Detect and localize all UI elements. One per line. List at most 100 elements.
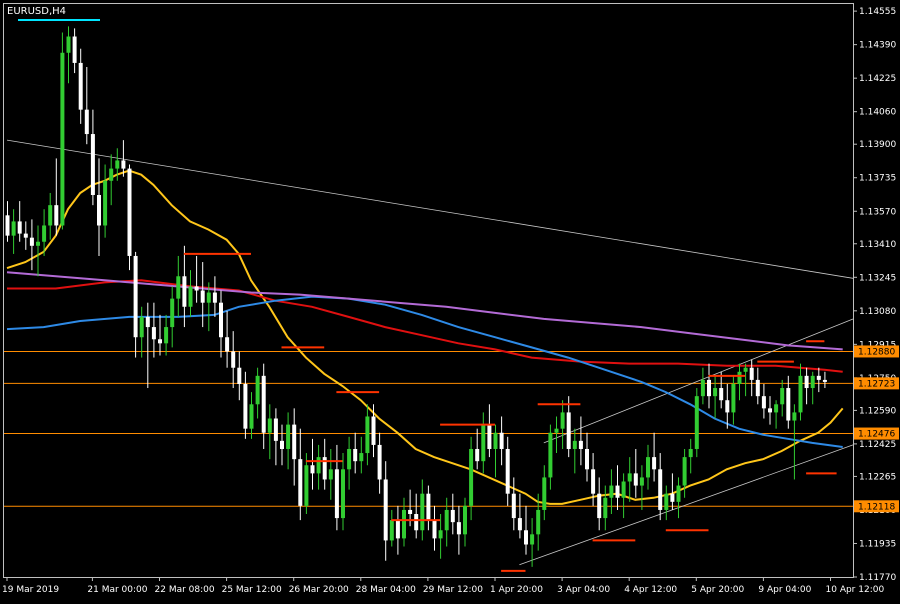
candle — [60, 32, 65, 230]
candle-body — [768, 408, 772, 413]
x-tick-label: 10 Apr 12:00 — [826, 585, 885, 595]
candle-body — [542, 477, 547, 510]
candle-body — [66, 36, 71, 53]
price-chart[interactable]: 1.14555 1.14390 1.14225 1.14060 1.13900 1.137… — [0, 0, 900, 600]
candle-body — [658, 469, 663, 510]
candle-body — [255, 375, 260, 405]
y-tick-label: 1.14060 — [859, 108, 896, 118]
candle-body — [560, 412, 565, 429]
candle-body — [524, 530, 528, 545]
candle-body — [151, 327, 156, 340]
candle-body — [304, 465, 309, 506]
candle-body — [639, 477, 644, 486]
candle-body — [389, 520, 394, 541]
x-tick-label: 25 Mar 12:00 — [222, 585, 282, 595]
price-box-label-1: 1.12723 — [858, 379, 895, 389]
candle-body — [566, 412, 571, 449]
candle-body — [188, 286, 193, 307]
candle — [694, 388, 699, 458]
symbol-title: EURUSD,H4 — [7, 6, 66, 17]
candle-body — [359, 453, 364, 462]
candle-body — [5, 215, 10, 236]
candle-body — [133, 255, 138, 338]
x-tick-label: 26 Mar 20:00 — [289, 585, 349, 595]
candle-body — [670, 493, 675, 502]
candle-body — [109, 168, 114, 181]
candle-body — [633, 473, 638, 486]
candle-body — [243, 383, 248, 429]
candle-body — [206, 292, 211, 303]
candle-body — [353, 448, 358, 462]
candle-body — [328, 469, 333, 480]
price-box-label-3: 1.12118 — [858, 502, 895, 512]
candle-body — [84, 109, 89, 135]
x-tick-label: 1 Apr 20:00 — [490, 585, 543, 595]
candle-body — [78, 62, 83, 110]
candle-body — [292, 424, 297, 460]
candle-body — [145, 316, 150, 328]
candle-body — [463, 505, 467, 535]
candle-body — [90, 134, 95, 195]
candle-body — [72, 36, 77, 63]
candle-body — [36, 241, 40, 246]
candle-body — [713, 388, 718, 397]
candle-body — [408, 509, 413, 515]
candle-body — [273, 418, 278, 441]
candle-body — [139, 316, 144, 338]
candle-body — [426, 493, 431, 521]
candle-body — [432, 520, 437, 539]
candle-body — [530, 534, 535, 545]
y-tick-label: 1.13245 — [859, 273, 896, 283]
x-tick-label: 4 Apr 12:00 — [624, 585, 677, 595]
candle-body — [456, 522, 461, 535]
candle-body — [517, 518, 522, 531]
candle-body — [115, 160, 120, 169]
candle-body — [499, 432, 504, 449]
candle-body — [231, 351, 236, 368]
candle-body — [395, 520, 400, 539]
candle-body — [688, 448, 693, 458]
candle-body — [420, 493, 425, 531]
candle-body — [377, 444, 382, 480]
y-tick-label: 1.14390 — [859, 41, 896, 51]
candle-body — [444, 509, 449, 531]
candle-body — [664, 493, 669, 510]
candle-body — [17, 221, 22, 234]
candle-body — [341, 469, 345, 519]
candle-body — [804, 375, 809, 389]
candle-body — [286, 424, 291, 449]
candle-body — [219, 302, 223, 338]
x-tick-label: 3 Apr 04:00 — [557, 585, 610, 595]
candle-body — [469, 448, 474, 506]
candle-body — [42, 225, 47, 242]
y-tick-label: 1.12425 — [859, 440, 896, 450]
candle-body — [200, 290, 205, 303]
candle-body — [158, 339, 162, 344]
x-tick-label: 22 Mar 08:00 — [155, 585, 215, 595]
y-tick-label: 1.12265 — [859, 472, 896, 482]
candle-body — [121, 160, 126, 169]
chart-area[interactable]: 1.14555 1.14390 1.14225 1.14060 1.13900 1.137… — [0, 0, 900, 600]
candle-body — [29, 237, 34, 246]
candle-body — [816, 375, 821, 380]
candle-body — [212, 292, 217, 303]
candle-body — [731, 383, 736, 413]
candle-body — [475, 448, 480, 462]
x-tick-label: 9 Apr 04:00 — [758, 585, 811, 595]
candle-body — [798, 375, 803, 413]
candle-body — [707, 379, 711, 397]
candle-body — [316, 457, 321, 474]
y-tick-label: 1.11935 — [859, 539, 896, 549]
y-tick-label: 1.14225 — [859, 74, 896, 84]
candle-body — [780, 388, 785, 405]
candle-body — [755, 379, 760, 397]
candle-body — [60, 52, 65, 226]
candle-body — [176, 276, 181, 299]
candle-body — [603, 497, 608, 519]
price-box-label-0: 1.12880 — [858, 347, 895, 357]
candle-body — [11, 221, 16, 236]
x-tick-label: 21 Mar 00:00 — [87, 585, 147, 595]
candle-body — [609, 485, 614, 498]
candle-body — [54, 205, 59, 226]
candle-body — [652, 457, 657, 470]
